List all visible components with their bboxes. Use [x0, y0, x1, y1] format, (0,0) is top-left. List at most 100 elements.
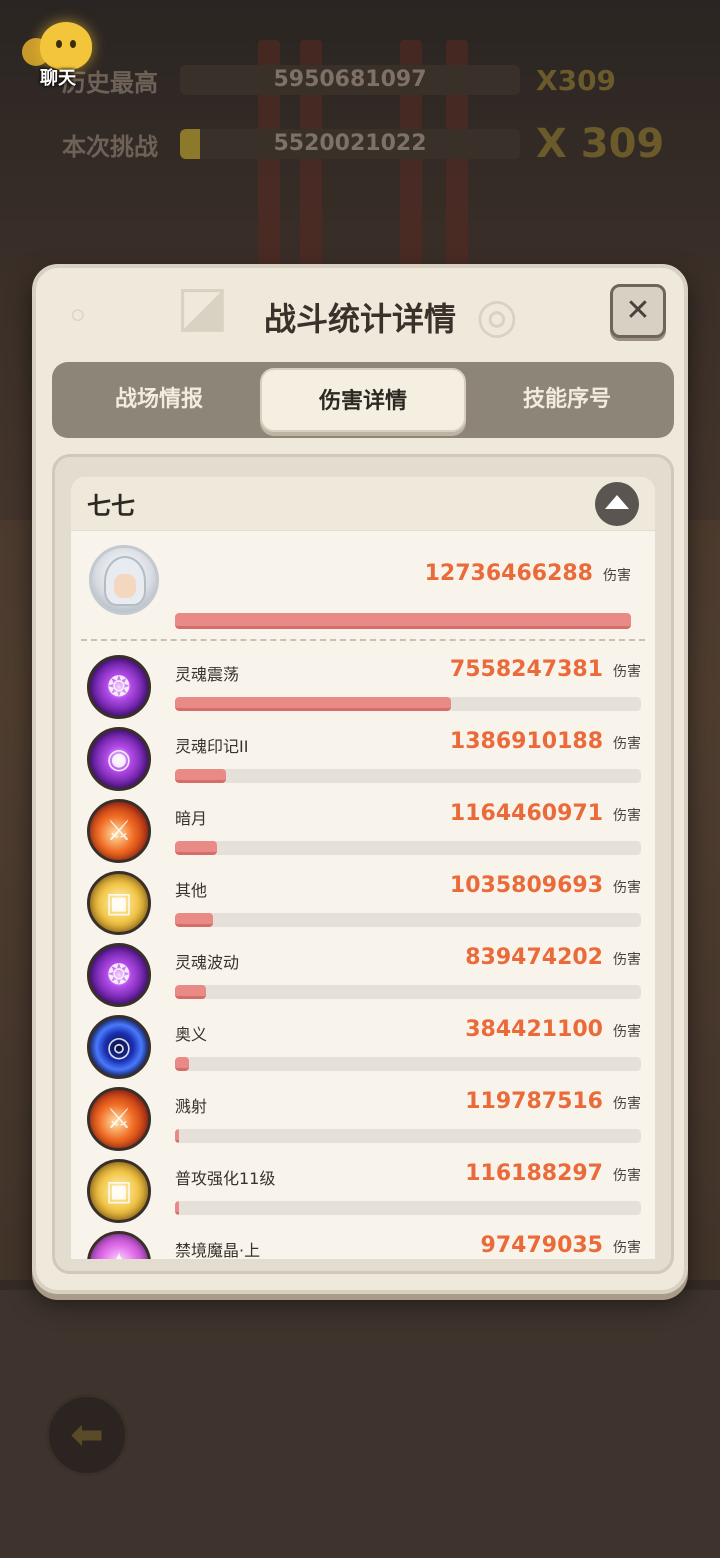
hero-name: 七七 — [87, 492, 135, 520]
crystal-icon: ✦ — [87, 1231, 151, 1259]
tab-skill-order[interactable]: 技能序号 — [466, 368, 668, 432]
chevron-up-icon — [605, 494, 629, 509]
skill-damage-unit: 伤害 — [613, 1096, 641, 1112]
skill-row: ◉ 灵魂印记II 1386910188 伤害 — [71, 723, 655, 795]
skill-damage-bar — [175, 841, 641, 855]
skill-name: 灵魂印记II — [175, 737, 249, 756]
battle-stats-panel: ◦ ◪ ◎ 战斗统计详情 ✕ 战场情报 伤害详情 技能序号 七七 1273646… — [32, 264, 688, 1294]
soul-flame-icon: ❂ — [87, 943, 151, 1007]
skill-row: ❂ 灵魂震荡 7558247381 伤害 — [71, 651, 655, 723]
soul-flame-icon-glyph: ❂ — [107, 670, 131, 703]
dagger-icon-glyph: ⚔ — [106, 814, 132, 847]
chat-button[interactable]: 聊天 — [18, 20, 98, 90]
skill-damage-bar — [175, 1201, 641, 1215]
back-arrow-icon: ⬅ — [70, 1412, 104, 1458]
skill-damage-unit: 伤害 — [613, 952, 641, 968]
skill-row: ✦ 禁境魔晶·上 97479035 伤害 — [71, 1227, 655, 1259]
skill-row: ⚔ 溅射 119787516 伤害 — [71, 1083, 655, 1155]
mascot-eye — [70, 40, 76, 48]
skill-damage: 119787516 伤害 — [465, 1089, 641, 1114]
hud-current-row: 本次挑战 5520021022 X 309 — [62, 121, 664, 167]
skill-damage-unit: 伤害 — [613, 664, 641, 680]
skill-damage-unit: 伤害 — [613, 736, 641, 752]
hero-total-value: 12736466288 — [424, 561, 593, 586]
skill-damage-unit: 伤害 — [613, 808, 641, 824]
close-icon: ✕ — [625, 293, 651, 328]
skill-name: 暗月 — [175, 809, 208, 828]
damage-list-frame: 七七 12736466288 伤害 ❂ 灵魂震荡 7558247381 伤害 ◉ 灵魂印记… — [52, 454, 674, 1274]
vortex-icon-glyph: ◎ — [106, 1030, 132, 1063]
skill-damage-fill — [175, 985, 206, 999]
tab-bar: 战场情报 伤害详情 技能序号 — [52, 362, 674, 438]
skill-damage-bar — [175, 1129, 641, 1143]
vortex-icon: ◎ — [87, 1015, 151, 1079]
skill-row: ❂ 灵魂波动 839474202 伤害 — [71, 939, 655, 1011]
skill-damage-fill — [175, 913, 213, 927]
chat-label: 聊天 — [40, 68, 76, 89]
skill-damage-value: 116188297 — [465, 1161, 603, 1186]
skill-damage-bar — [175, 913, 641, 927]
skill-damage: 384421100 伤害 — [465, 1017, 641, 1042]
skill-damage-unit: 伤害 — [613, 880, 641, 896]
hero-header[interactable]: 七七 — [71, 477, 655, 531]
skill-name: 普攻强化11级 — [175, 1169, 276, 1188]
hero-total-damage: 12736466288 伤害 — [425, 561, 631, 586]
skill-damage-value: 1164460971 — [449, 801, 603, 826]
hud-best-value: 5950681097 — [273, 67, 427, 92]
hud-best-multiplier: X309 — [536, 63, 617, 97]
hero-total-fill — [175, 613, 631, 629]
damage-list[interactable]: 七七 12736466288 伤害 ❂ 灵魂震荡 7558247381 伤害 ◉ 灵魂印记… — [71, 477, 655, 1259]
skill-damage-fill — [175, 769, 226, 783]
skill-damage-fill — [175, 1201, 180, 1215]
hero-avatar — [89, 545, 159, 615]
tab-damage-details[interactable]: 伤害详情 — [260, 368, 466, 432]
scroll-icon: ▣ — [87, 871, 151, 935]
skill-damage-unit: 伤害 — [613, 1168, 641, 1184]
soul-spiral-icon-glyph: ◉ — [106, 742, 132, 775]
skill-damage-fill — [175, 841, 218, 855]
hud-current-bar: 5520021022 — [180, 129, 520, 159]
chat-mascot-icon — [40, 22, 92, 70]
skill-damage: 839474202 伤害 — [465, 945, 641, 970]
skill-damage: 116188297 伤害 — [465, 1161, 641, 1186]
skill-damage-value: 839474202 — [465, 945, 603, 970]
skill-damage-unit: 伤害 — [613, 1240, 641, 1256]
dagger-icon-glyph: ⚔ — [106, 1102, 132, 1135]
collapse-button[interactable] — [595, 481, 639, 526]
hud-current-value: 5520021022 — [273, 131, 427, 156]
back-button[interactable]: ⬅ — [46, 1394, 128, 1476]
scroll-icon-glyph: ▣ — [105, 1174, 133, 1207]
skill-damage-value: 7558247381 — [449, 657, 603, 682]
skill-damage-value: 1386910188 — [449, 729, 603, 754]
hero-total-row: 12736466288 伤害 — [81, 531, 645, 641]
skill-damage-bar — [175, 697, 641, 711]
hud-best-bar: 5950681097 — [180, 65, 520, 95]
soul-flame-icon: ❂ — [87, 655, 151, 719]
skill-row: ⚔ 暗月 1164460971 伤害 — [71, 795, 655, 867]
skill-name: 灵魂震荡 — [175, 665, 240, 684]
skill-name: 禁境魔晶·上 — [175, 1241, 261, 1259]
skill-damage-bar — [175, 985, 641, 999]
skill-damage-fill — [175, 697, 452, 711]
skill-damage: 7558247381 伤害 — [450, 657, 641, 682]
skill-damage-value: 384421100 — [465, 1017, 603, 1042]
hud-current-label: 本次挑战 — [62, 132, 158, 161]
avatar-face — [114, 574, 136, 598]
skill-name: 其他 — [175, 881, 208, 900]
skill-damage-bar — [175, 769, 641, 783]
skill-list: ❂ 灵魂震荡 7558247381 伤害 ◉ 灵魂印记II 1386910188 伤害 ⚔ 暗月 1… — [71, 641, 655, 1259]
panel-title: 战斗统计详情 — [263, 300, 456, 338]
scroll-icon-glyph: ▣ — [105, 886, 133, 919]
skill-row: ▣ 其他 1035809693 伤害 — [71, 867, 655, 939]
skill-damage-value: 97479035 — [480, 1233, 603, 1258]
skill-damage-fill — [175, 1129, 180, 1143]
skill-damage-value: 1035809693 — [449, 873, 603, 898]
close-button[interactable]: ✕ — [610, 284, 666, 338]
tab-battle-info[interactable]: 战场情报 — [58, 368, 260, 432]
dagger-icon: ⚔ — [87, 1087, 151, 1151]
skill-damage-bar — [175, 1057, 641, 1071]
skill-damage-value: 119787516 — [465, 1089, 603, 1114]
skill-damage-fill — [175, 1057, 189, 1071]
skill-row: ◎ 奥义 384421100 伤害 — [71, 1011, 655, 1083]
soul-spiral-icon: ◉ — [87, 727, 151, 791]
